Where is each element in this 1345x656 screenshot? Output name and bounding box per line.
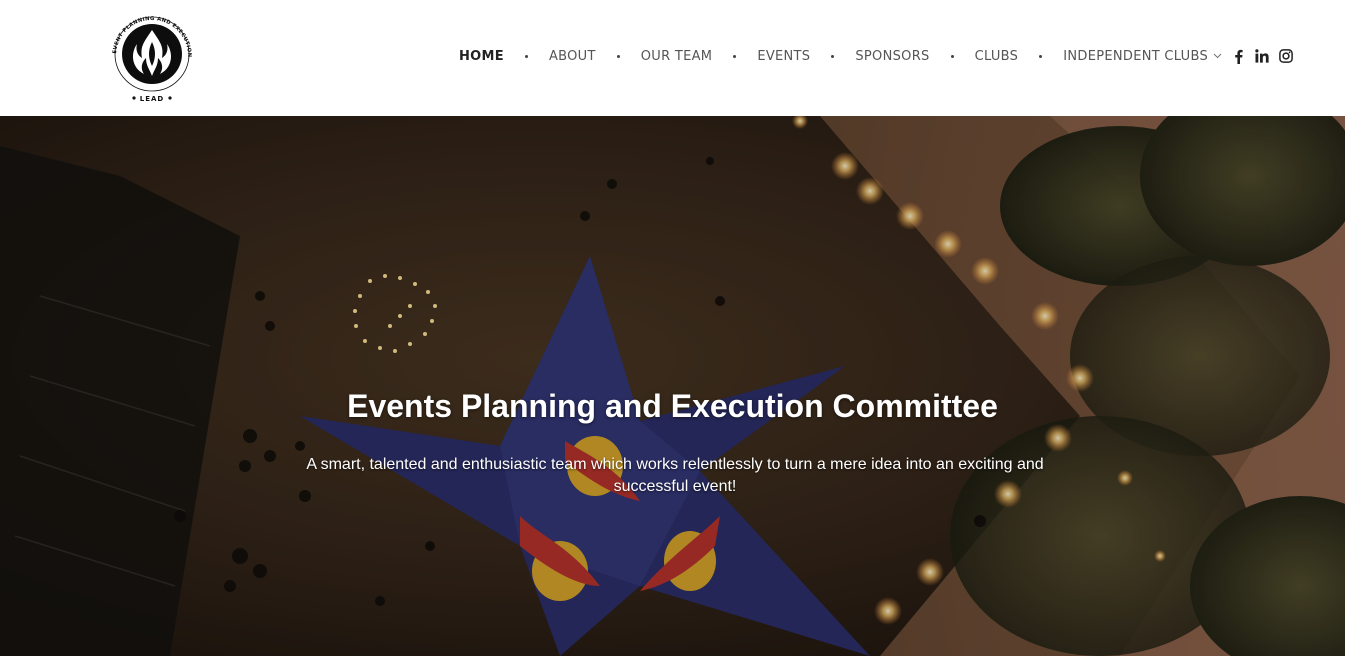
lead-logo-icon: EVENT PLANNING AND EXECUTION COMMITTEE L…	[101, 4, 191, 103]
hero-title: Events Planning and Execution Committee	[347, 388, 998, 424]
logo[interactable]: EVENT PLANNING AND EXECUTION COMMITTEE L…	[101, 4, 200, 108]
nav-home[interactable]: HOME	[448, 49, 515, 64]
hero-section: Events Planning and Execution Committee …	[0, 116, 1345, 656]
nav-sponsors[interactable]: SPONSORS	[844, 49, 940, 64]
chevron-down-icon	[1213, 53, 1222, 59]
logo-bottom-text: LEAD	[140, 95, 164, 103]
nav-separator	[733, 54, 737, 58]
instagram-icon[interactable]	[1277, 47, 1295, 65]
social-links	[1229, 47, 1295, 65]
nav-our-team[interactable]: OUR TEAM	[630, 49, 724, 64]
nav-independent-clubs-label: INDEPENDENT CLUBS	[1063, 48, 1209, 64]
nav-separator	[524, 54, 528, 58]
nav-separator	[950, 54, 954, 58]
hero-background-image	[0, 116, 1345, 656]
nav-separator	[1039, 54, 1043, 58]
nav-separator	[616, 54, 620, 58]
nav-clubs[interactable]: CLUBS	[964, 49, 1030, 64]
nav-separator	[831, 54, 835, 58]
main-nav: HOME ABOUT OUR TEAM EVENTS SPONSORS CLUB…	[448, 44, 1295, 68]
linkedin-icon[interactable]	[1253, 47, 1271, 65]
nav-events[interactable]: EVENTS	[746, 49, 821, 64]
site-header: EVENT PLANNING AND EXECUTION COMMITTEE L…	[0, 0, 1345, 116]
hero-subtitle: A smart, talented and enthusiastic team …	[306, 456, 1044, 495]
facebook-icon[interactable]	[1229, 47, 1247, 65]
nav-independent-clubs[interactable]: INDEPENDENT CLUBS	[1052, 49, 1229, 64]
nav-about[interactable]: ABOUT	[538, 49, 607, 64]
